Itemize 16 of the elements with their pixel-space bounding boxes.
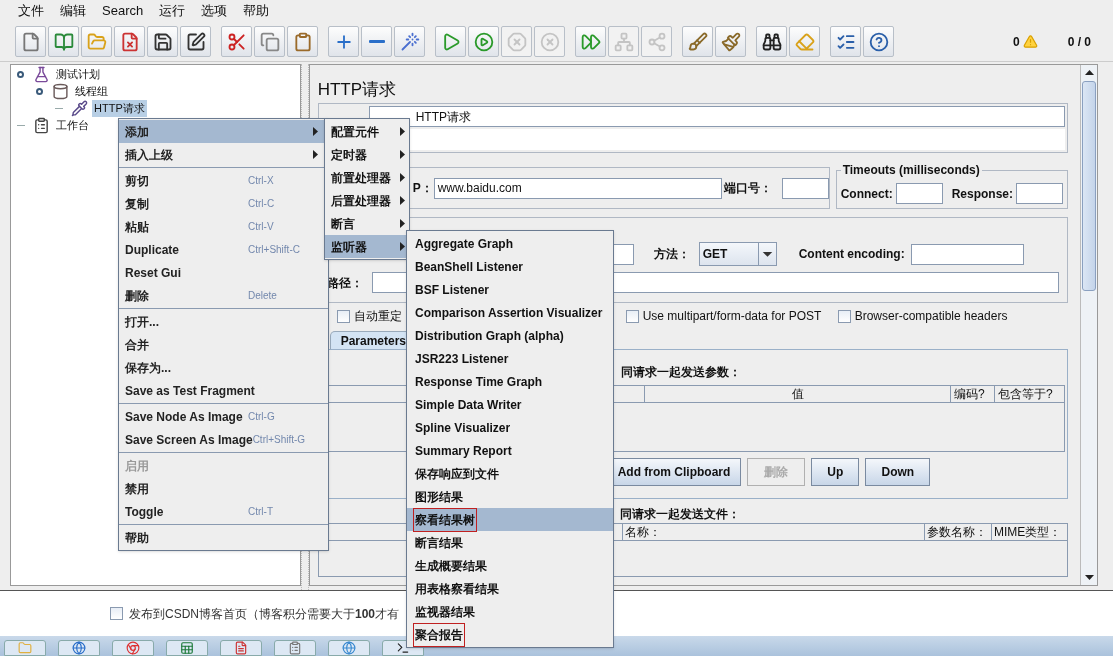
- response-label: Response:: [951, 185, 1013, 203]
- timeouts-title: Timeouts (milliseconds): [841, 162, 981, 179]
- parameters-title: 同请求一起发送参数：: [620, 364, 742, 381]
- server-label: P：: [412, 180, 434, 197]
- editor-title: HTTP请求: [317, 79, 398, 101]
- thread-count: 0 / 0: [1067, 33, 1091, 51]
- error-count: 0: [1012, 33, 1020, 51]
- files-title: 同请求一起发送文件：: [619, 506, 741, 523]
- publish-option-label: 发布到CSDN博客首页（博客积分需要大于100才有: [129, 605, 400, 623]
- connect-label: Connect:: [840, 185, 893, 203]
- encoding-label: Content encoding:: [798, 246, 905, 263]
- checkbox-label: 自动重定: [353, 308, 402, 325]
- checkbox-label: Browser-compatible headers: [854, 308, 1008, 325]
- checkbox-label: Use multipart/form-data for POST: [642, 308, 822, 325]
- method-label: 方法：: [653, 246, 691, 263]
- port-label: 端口号：: [723, 180, 773, 197]
